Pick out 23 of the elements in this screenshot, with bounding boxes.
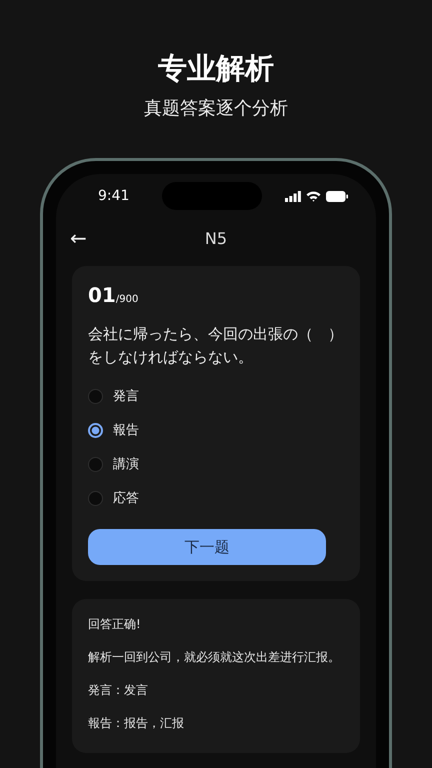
radio-button[interactable] <box>88 422 103 438</box>
radio-button[interactable] <box>88 456 103 472</box>
back-button[interactable]: ← <box>70 226 87 250</box>
answer-option[interactable]: 報告 <box>88 413 344 447</box>
signal-icon <box>284 190 301 202</box>
battery-icon <box>326 190 348 202</box>
radio-button[interactable] <box>88 490 103 506</box>
headline: 专业解析 <box>158 50 274 87</box>
next-button[interactable]: 下一题 <box>88 529 326 565</box>
answer-option[interactable]: 発言 <box>88 379 344 413</box>
screen-title: N5 <box>204 228 228 248</box>
analysis-text: 発言：发言 <box>88 682 149 699</box>
question-text: 会社に帰ったら、今回の出張の（ ）をしなければならない。 <box>88 324 344 368</box>
question-number: 01/900 <box>88 282 140 309</box>
wifi-icon <box>306 190 321 202</box>
radio-button[interactable] <box>88 388 103 404</box>
answer-option[interactable]: 講演 <box>88 447 344 481</box>
analysis-text: 解析一回到公司，就必须就这次出差进行汇报。 <box>88 649 341 666</box>
status-time: 9:41 <box>98 188 130 204</box>
analysis-text: 回答正确! <box>88 616 142 633</box>
analysis-text: 報告：报告，汇报 <box>88 715 185 732</box>
subheadline: 真题答案逐个分析 <box>144 97 288 121</box>
answer-option[interactable]: 応答 <box>88 481 344 515</box>
